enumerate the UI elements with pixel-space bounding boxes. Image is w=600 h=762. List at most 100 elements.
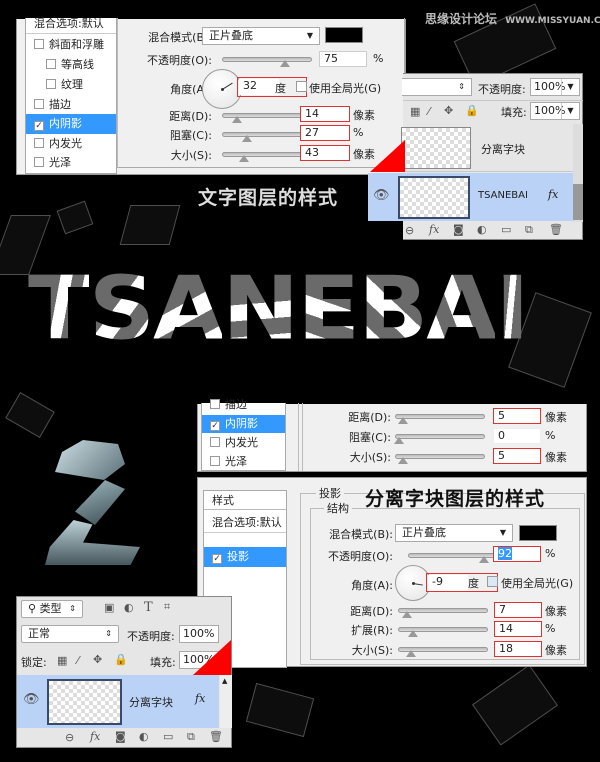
lock-transparent-pixels-icon[interactable]: ▦ [57,654,67,667]
distance-input[interactable]: 7 [494,602,542,618]
layer-effects-fx-icon[interactable]: fx [195,692,205,705]
dropdown-arrow-icon[interactable]: ▼ [561,103,579,119]
layer-effects-fx-icon[interactable]: fx [548,188,558,201]
checkbox-checked[interactable]: ✓ [212,554,222,564]
lock-position-move-icon[interactable]: ✥ [93,653,102,666]
visibility-eye-icon[interactable]: 👁 [373,188,390,203]
filter-pixel-layers-icon[interactable]: ▣ [104,601,114,614]
new-layer-icon[interactable]: ⧉ [525,223,533,237]
slider-thumb[interactable] [231,116,242,123]
size-input[interactable]: 5 [493,448,541,464]
filter-type-layers-icon[interactable]: T [144,600,153,615]
layer-row-split-blocks[interactable]: 分离字块 [401,124,573,172]
use-global-light-checkbox[interactable] [296,81,307,92]
lock-position-move-icon[interactable]: ✥ [444,104,453,117]
use-global-light-checkbox[interactable] [487,576,498,587]
slider-thumb[interactable] [397,457,408,464]
style-item-drop-shadow[interactable]: ✓ 投影 [204,547,286,567]
blend-mode-select[interactable]: 正片叠底 ▼ [395,524,513,542]
filter-adjustment-layers-icon[interactable]: ◐ [124,601,134,614]
spread-input[interactable]: 14 [494,621,542,637]
opacity-slider[interactable] [222,57,312,67]
add-layer-style-fx-icon[interactable]: fx [429,223,439,236]
opacity-slider[interactable] [408,553,498,563]
slider-thumb[interactable] [406,650,417,657]
style-item-satin[interactable]: 光泽 [26,153,116,173]
add-mask-icon[interactable]: ◙ [115,730,126,743]
lock-image-pixels-brush-icon[interactable]: ⁄ [428,105,430,118]
layers-scrollbar[interactable]: ▲ [220,675,232,728]
style-item-blending-options[interactable]: 混合选项:默认 [26,14,116,34]
size-slider[interactable] [398,647,488,657]
filter-shape-layers-icon[interactable]: ⌗ [164,600,170,614]
layer-row-tsanebai[interactable]: 👁 TSANEBAI fx [368,173,573,221]
slider-thumb[interactable] [478,556,489,563]
choke-slider[interactable] [394,434,485,444]
scroll-up-arrow-icon[interactable]: ▲ [222,677,227,685]
size-slider[interactable] [222,152,312,162]
visibility-eye-icon[interactable]: 👁 [23,692,40,707]
checkbox[interactable] [34,138,44,148]
spread-slider[interactable] [398,627,488,637]
adjustment-layer-icon[interactable]: ◐ [477,223,487,236]
slider-thumb[interactable] [238,155,249,162]
lock-transparent-pixels-icon[interactable]: ▦ [410,105,420,118]
checkbox[interactable] [210,456,220,466]
style-item-blending-options[interactable]: 混合选项:默认 [204,513,286,533]
style-item-stroke[interactable]: 描边 [26,95,116,115]
angle-input[interactable]: 32 [239,79,279,95]
slider-thumb[interactable] [394,437,404,444]
angle-input[interactable]: -9 [428,575,468,591]
fill-input[interactable]: 100% ▼ [530,102,580,120]
new-group-folder-icon[interactable]: ▭ [163,730,173,743]
choke-input[interactable]: 0 [493,428,541,444]
shadow-color-swatch[interactable] [519,525,557,541]
distance-slider[interactable] [395,414,485,424]
adjustment-layer-icon[interactable]: ◐ [139,730,149,743]
style-item-texture[interactable]: 纹理 [26,75,116,95]
checkbox[interactable] [34,99,44,109]
blend-mode-select[interactable]: ⇕ [402,78,472,96]
checkbox-checked[interactable]: ✓ [210,421,220,431]
scrollbar-thumb[interactable] [573,184,583,220]
new-group-folder-icon[interactable]: ▭ [501,223,511,236]
dropdown-arrow-icon[interactable]: ▼ [561,79,579,95]
layers-scrollbar[interactable] [573,124,583,222]
checkbox-checked[interactable]: ✓ [34,121,44,131]
distance-slider[interactable] [222,113,312,123]
slider-thumb[interactable] [279,60,290,67]
slider-thumb[interactable] [242,135,253,142]
delete-layer-trash-icon[interactable]: 🗑 [549,223,563,236]
opacity-input[interactable]: 92 [493,546,541,562]
checkbox[interactable] [46,59,56,69]
delete-layer-trash-icon[interactable]: 🗑 [209,730,223,743]
opacity-input[interactable]: 75 [319,51,367,67]
checkbox[interactable] [210,437,220,447]
choke-slider[interactable] [222,132,312,142]
link-layers-icon[interactable]: ⊖ [65,731,74,744]
slider-thumb[interactable] [407,630,418,637]
slider-thumb[interactable] [402,611,413,618]
layer-row-split-blocks[interactable]: 👁 分离字块 fx [17,675,219,728]
lock-all-icon[interactable]: 🔒 [114,653,128,666]
layer-opacity-input[interactable]: 100% ▼ [530,78,580,96]
checkbox[interactable] [34,39,44,49]
style-item-inner-shadow[interactable]: ✓ 内阴影 [26,114,116,134]
choke-input[interactable]: 27 [300,125,350,141]
blend-mode-select[interactable]: 正常 ⇕ [21,625,119,643]
new-layer-icon[interactable]: ⧉ [187,730,195,744]
link-layers-icon[interactable]: ⊖ [405,224,414,237]
style-item-inner-shadow[interactable]: ✓ 内阴影 [202,415,285,433]
size-input[interactable]: 43 [300,145,350,161]
layer-filter-kind-select[interactable]: ⚲ 类型 ⇕ [21,600,83,618]
style-item-contour[interactable]: 等高线 [26,55,116,75]
style-item-satin[interactable]: 光泽 [202,453,285,471]
lock-image-pixels-brush-icon[interactable]: ⁄ [77,654,79,667]
style-item-bevel-emboss[interactable]: 斜面和浮雕 [26,35,116,55]
style-item-inner-glow[interactable]: 内发光 [202,434,285,452]
size-slider[interactable] [395,454,485,464]
shadow-color-swatch[interactable] [325,27,363,43]
add-layer-style-fx-icon[interactable]: fx [90,730,100,743]
checkbox[interactable] [210,399,220,409]
add-mask-icon[interactable]: ◙ [453,223,464,236]
